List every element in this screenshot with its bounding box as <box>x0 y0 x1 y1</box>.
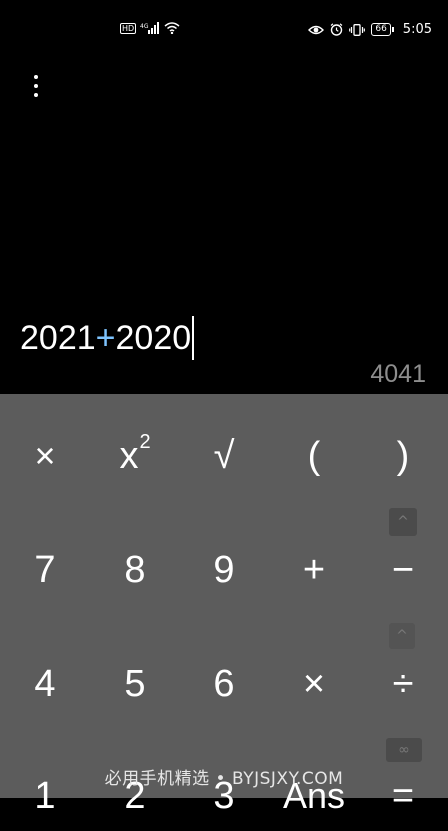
status-bar: HD 4G 66 5:05 <box>0 22 448 44</box>
digit-9-key[interactable]: 9 <box>179 535 269 605</box>
plus-key[interactable]: + <box>269 535 359 605</box>
expression-operand-1: 2021 <box>20 318 96 357</box>
square-key-base: x <box>119 434 139 477</box>
signal-icon: 4G <box>140 22 160 34</box>
vibrate-icon <box>349 23 366 36</box>
result-preview: 4041 <box>370 360 426 388</box>
close-paren-key[interactable]: ) <box>358 421 448 491</box>
multiply-key[interactable]: × <box>269 649 359 719</box>
menu-dot <box>34 93 38 97</box>
caret-button[interactable]: ^ <box>389 508 417 536</box>
open-paren-key[interactable]: ( <box>269 421 359 491</box>
status-time: 5:05 <box>402 22 432 37</box>
wifi-icon <box>164 22 180 34</box>
multiply-key-top[interactable]: × <box>0 421 90 491</box>
minus-key[interactable]: − <box>358 535 448 605</box>
svg-text:4G: 4G <box>140 23 149 30</box>
menu-dot <box>34 84 38 88</box>
expression-operand-2: 2020 <box>115 318 192 357</box>
keypad: × x2 √ ( ) ^ 7 8 9 + − ^ 4 5 6 × ÷ ∞ 1 2… <box>0 394 448 817</box>
digit-5-key[interactable]: 5 <box>90 649 180 719</box>
digit-4-key[interactable]: 4 <box>0 649 90 719</box>
expression-operator: + <box>95 318 116 357</box>
more-options-button[interactable] <box>26 68 46 104</box>
infinity-button[interactable]: ∞ <box>386 738 422 762</box>
square-key[interactable]: x2 <box>90 421 180 491</box>
square-key-exponent: 2 <box>139 430 151 453</box>
status-left: HD 4G <box>120 22 180 34</box>
digit-8-key[interactable]: 8 <box>90 535 180 605</box>
battery-icon: 66 <box>371 23 395 36</box>
alarm-icon <box>330 23 343 36</box>
sqrt-key[interactable]: √ <box>179 421 269 491</box>
eye-icon <box>308 24 325 36</box>
text-cursor <box>192 316 194 360</box>
divide-key[interactable]: ÷ <box>358 649 448 719</box>
watermark: 必用手机精选 • BYJSJXY.COM <box>104 769 344 789</box>
digit-6-key[interactable]: 6 <box>179 649 269 719</box>
expression-display[interactable]: 2021 + 2020 <box>20 314 194 362</box>
status-right: 66 5:05 <box>308 22 432 37</box>
digit-7-key[interactable]: 7 <box>0 535 90 605</box>
caret-small-button[interactable]: ^ <box>389 623 415 649</box>
hd-icon: HD <box>120 22 137 34</box>
menu-dot <box>34 75 38 79</box>
